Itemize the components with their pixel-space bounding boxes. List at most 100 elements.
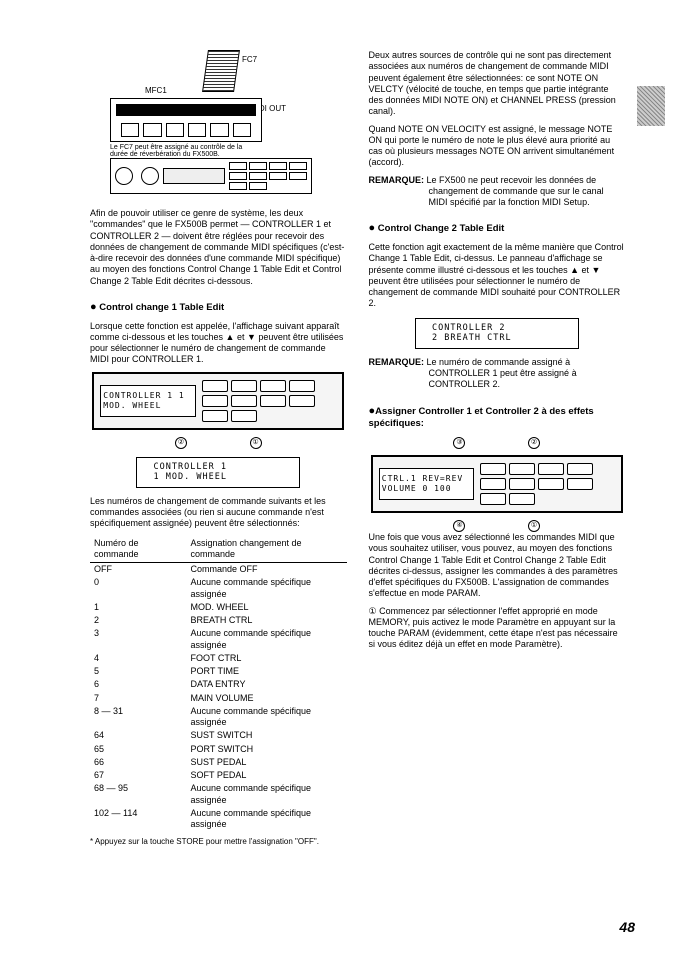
panel-button-grid: [202, 380, 336, 422]
cell-number: 5: [90, 665, 186, 678]
table-row: 64SUST SWITCH: [90, 729, 347, 742]
diagram-caption: Le FC7 peut être assigné au contrôle de …: [110, 144, 260, 159]
callout-3: ③: [453, 437, 465, 449]
cell-assignment: PORT SWITCH: [186, 743, 346, 756]
step-1-text: Commencez par sélectionner l'effet appro…: [369, 606, 618, 650]
right-p1b: Quand NOTE ON VELOCITY est assigné, le m…: [369, 124, 626, 169]
right-column: Deux autres sources de contrôle qui ne s…: [369, 50, 626, 853]
intro-paragraph: Afin de pouvoir utiliser ce genre de sys…: [90, 208, 347, 287]
remark-1: REMARQUE: Le FX500 ne peut recevoir les …: [429, 175, 626, 209]
table-row: 0Aucune commande spécifique assignée: [90, 576, 347, 601]
tab-marker: [637, 86, 665, 126]
table-row: 1MOD. WHEEL: [90, 601, 347, 614]
cell-number: 64: [90, 729, 186, 742]
command-table-body: OFFCommande OFF0Aucune commande spécifiq…: [90, 563, 347, 832]
device-panel-assign: CTRL.1 REV=REV VOLUME 0 100: [371, 455, 623, 513]
cell-number: 102 — 114: [90, 807, 186, 832]
cell-assignment: MOD. WHEEL: [186, 601, 346, 614]
cell-number: 67: [90, 769, 186, 782]
table-intro: Les numéros de changement de commande su…: [90, 496, 347, 530]
cell-assignment: MAIN VOLUME: [186, 692, 346, 705]
table-row: 4FOOT CTRL: [90, 652, 347, 665]
heading-cc1-text: Control change 1 Table Edit: [99, 302, 224, 313]
table-row: 66SUST PEDAL: [90, 756, 347, 769]
two-column-layout: FC7 MFC1 MIDI OUT Le FC7 peut être assig…: [90, 50, 625, 853]
device-panel-cc1: CONTROLLER 1 1 MOD. WHEEL: [92, 372, 344, 430]
mfc1-device-icon: [110, 98, 262, 142]
cell-assignment: BREATH CTRL: [186, 614, 346, 627]
callout-numbers: ② ①: [90, 436, 347, 449]
right-p1: Deux autres sources de contrôle qui ne s…: [369, 50, 626, 118]
cell-number: 66: [90, 756, 186, 769]
table-row: 102 — 114Aucune commande spécifique assi…: [90, 807, 347, 832]
cc2-paragraph: Cette fonction agit exactement de la mêm…: [369, 242, 626, 310]
callout-top-row: ③ ②: [369, 436, 626, 449]
step-1: ① Commencez par sélectionner l'effet app…: [369, 606, 626, 651]
cell-assignment: SUST PEDAL: [186, 756, 346, 769]
label-fc7: FC7: [242, 55, 257, 65]
page-number: 48: [619, 919, 635, 937]
th-assignment: Assignation changement de commande: [186, 536, 346, 563]
heading-assign: ●Assigner Controller 1 et Controller 2 à…: [369, 405, 626, 431]
cell-number: 7: [90, 692, 186, 705]
cell-number: 0: [90, 576, 186, 601]
cell-number: 4: [90, 652, 186, 665]
table-footnote: * Appuyez sur la touche STORE pour mettr…: [90, 837, 347, 847]
remark-2-label: REMARQUE:: [369, 357, 425, 367]
cell-number: 3: [90, 627, 186, 652]
callout-bottom-row: ④ ①: [369, 519, 626, 532]
cell-assignment: Aucune commande spécifique assignée: [186, 627, 346, 652]
step-1-number: ①: [369, 606, 377, 616]
cell-assignment: FOOT CTRL: [186, 652, 346, 665]
table-row: 3Aucune commande spécifique assignée: [90, 627, 347, 652]
cell-assignment: PORT TIME: [186, 665, 346, 678]
callout-4: ④: [453, 520, 465, 532]
cell-number: OFF: [90, 563, 186, 577]
cell-assignment: Aucune commande spécifique assignée: [186, 576, 346, 601]
cell-number: 68 — 95: [90, 782, 186, 807]
th-number: Numéro de commande: [90, 536, 186, 563]
label-mfc1: MFC1: [145, 86, 167, 96]
cell-assignment: Aucune commande spécifique assignée: [186, 705, 346, 730]
cc1-paragraph: Lorsque cette fonction est appelée, l'af…: [90, 321, 347, 366]
bottom-paragraph: Une fois que vous avez sélectionné les c…: [369, 532, 626, 600]
cell-number: 2: [90, 614, 186, 627]
lcd-readout-cc1: CONTROLLER 1 1 MOD. WHEEL: [136, 457, 300, 488]
table-row: 8 — 31Aucune commande spécifique assigné…: [90, 705, 347, 730]
command-table: Numéro de commande Assignation changemen…: [90, 536, 347, 832]
remark-2-text: Le numéro de commande assigné à CONTROLL…: [427, 357, 577, 390]
lcd-readout-cc2: CONTROLLER 2 2 BREATH CTRL: [415, 318, 579, 349]
cell-number: 65: [90, 743, 186, 756]
cell-assignment: Aucune commande spécifique assignée: [186, 782, 346, 807]
heading-assign-text: Assigner Controller 1 et Controller 2 à …: [369, 406, 594, 430]
left-column: FC7 MFC1 MIDI OUT Le FC7 peut être assig…: [90, 50, 347, 853]
table-row: 6DATA ENTRY: [90, 678, 347, 691]
callout-2b: ②: [528, 437, 540, 449]
table-row: 65PORT SWITCH: [90, 743, 347, 756]
callout-2: ②: [175, 437, 187, 449]
heading-cc1: ● Control change 1 Table Edit: [90, 301, 347, 315]
cell-assignment: Aucune commande spécifique assignée: [186, 807, 346, 832]
cell-assignment: SUST SWITCH: [186, 729, 346, 742]
remark-2: REMARQUE: Le numéro de commande assigné …: [429, 357, 626, 391]
table-row: 67SOFT PEDAL: [90, 769, 347, 782]
remark-1-text: Le FX500 ne peut recevoir les données de…: [427, 175, 604, 208]
heading-cc2: ● Control Change 2 Table Edit: [369, 222, 626, 236]
panel-lcd: CONTROLLER 1 1 MOD. WHEEL: [100, 385, 196, 417]
cell-number: 8 — 31: [90, 705, 186, 730]
heading-cc2-text: Control Change 2 Table Edit: [378, 223, 505, 234]
table-row: OFFCommande OFF: [90, 563, 347, 577]
fc7-pedal-icon: [202, 50, 240, 92]
cell-assignment: DATA ENTRY: [186, 678, 346, 691]
connection-diagram: FC7 MFC1 MIDI OUT Le FC7 peut être assig…: [90, 50, 347, 200]
callout-1: ①: [250, 437, 262, 449]
cell-assignment: Commande OFF: [186, 563, 346, 577]
cell-number: 6: [90, 678, 186, 691]
table-row: 7MAIN VOLUME: [90, 692, 347, 705]
table-row: 5PORT TIME: [90, 665, 347, 678]
fx500b-device-icon: [110, 158, 312, 194]
cell-assignment: SOFT PEDAL: [186, 769, 346, 782]
cell-number: 1: [90, 601, 186, 614]
panel-lcd-assign: CTRL.1 REV=REV VOLUME 0 100: [379, 468, 475, 500]
table-row: 2BREATH CTRL: [90, 614, 347, 627]
